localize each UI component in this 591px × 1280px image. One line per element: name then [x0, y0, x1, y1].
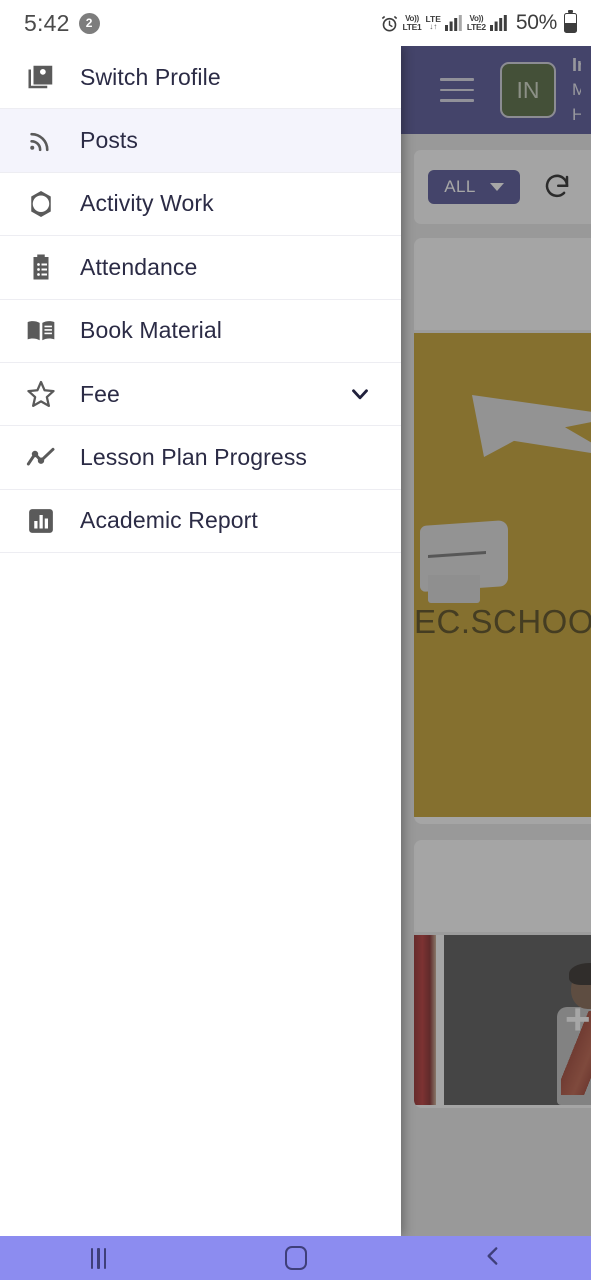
volte-sim1-icon: Vo)) LTE1: [402, 14, 422, 32]
status-bar-clock: 5:42: [24, 9, 70, 36]
drawer-item-label: Fee: [80, 380, 120, 407]
battery-half-icon: [564, 10, 577, 33]
phone-screen: IN In M H ALL: [0, 0, 591, 1280]
rss-feed-icon: [24, 126, 58, 156]
switch-profile-icon: [24, 62, 58, 92]
status-bar-left: 5:42 2: [24, 10, 100, 37]
drawer-item-book-material[interactable]: Book Material: [0, 299, 401, 363]
battery-percent-label: 50%: [515, 11, 557, 34]
navigation-drawer: Switch Profile Posts Activity Work Atten…: [0, 46, 401, 1280]
lte-data-icon: LTE ↓↑: [425, 15, 440, 32]
volte-sim2-bottom: LTE2: [466, 21, 486, 32]
android-navigation-bar: [0, 1236, 591, 1280]
drawer-item-label: Activity Work: [80, 190, 214, 217]
status-bar: 5:42 2 Vo)) LTE1 LTE ↓↑ Vo)) LTE2 50%: [0, 0, 591, 46]
drawer-item-switch-profile[interactable]: Switch Profile: [0, 46, 401, 110]
star-outline-icon: [24, 378, 58, 410]
signal-bars-sim2-icon: [489, 15, 508, 31]
back-button[interactable]: [394, 1243, 591, 1274]
bar-chart-icon: [24, 506, 58, 536]
volte-sim2-icon: Vo)) LTE2: [466, 14, 486, 32]
volte-sim1-bottom: LTE1: [402, 21, 422, 32]
drawer-item-academic-report[interactable]: Academic Report: [0, 489, 401, 554]
drawer-item-label: Book Material: [80, 317, 222, 344]
clipboard-list-icon: [24, 252, 58, 282]
drawer-item-label: Posts: [80, 127, 139, 154]
drawer-item-activity-work[interactable]: Activity Work: [0, 172, 401, 237]
home-button[interactable]: [197, 1246, 394, 1270]
activity-work-icon: [24, 189, 58, 219]
lte-data-arrows: ↓↑: [429, 22, 438, 32]
drawer-item-label: Academic Report: [80, 507, 258, 534]
status-bar-right: Vo)) LTE1 LTE ↓↑ Vo)) LTE2 50%: [380, 10, 577, 35]
home-icon: [284, 1246, 307, 1270]
line-chart-icon: [24, 442, 58, 474]
drawer-item-label: Attendance: [80, 253, 198, 280]
drawer-item-attendance[interactable]: Attendance: [0, 236, 401, 300]
notification-count-badge: 2: [78, 12, 100, 34]
chevron-down-icon[interactable]: [347, 381, 373, 407]
drawer-item-label: Lesson Plan Progress: [80, 444, 308, 471]
recents-button[interactable]: [0, 1247, 197, 1269]
drawer-empty-area: [0, 553, 401, 1280]
drawer-item-lesson-plan-progress[interactable]: Lesson Plan Progress: [0, 426, 401, 490]
drawer-item-label: Switch Profile: [80, 63, 221, 90]
drawer-item-posts[interactable]: Posts: [0, 109, 401, 173]
recents-icon: [90, 1247, 107, 1269]
open-book-icon: [24, 315, 58, 347]
drawer-item-fee[interactable]: Fee: [0, 362, 401, 427]
alarm-icon: [380, 14, 399, 33]
signal-bars-sim1-icon: [444, 15, 463, 31]
back-chevron-icon: [480, 1243, 506, 1274]
